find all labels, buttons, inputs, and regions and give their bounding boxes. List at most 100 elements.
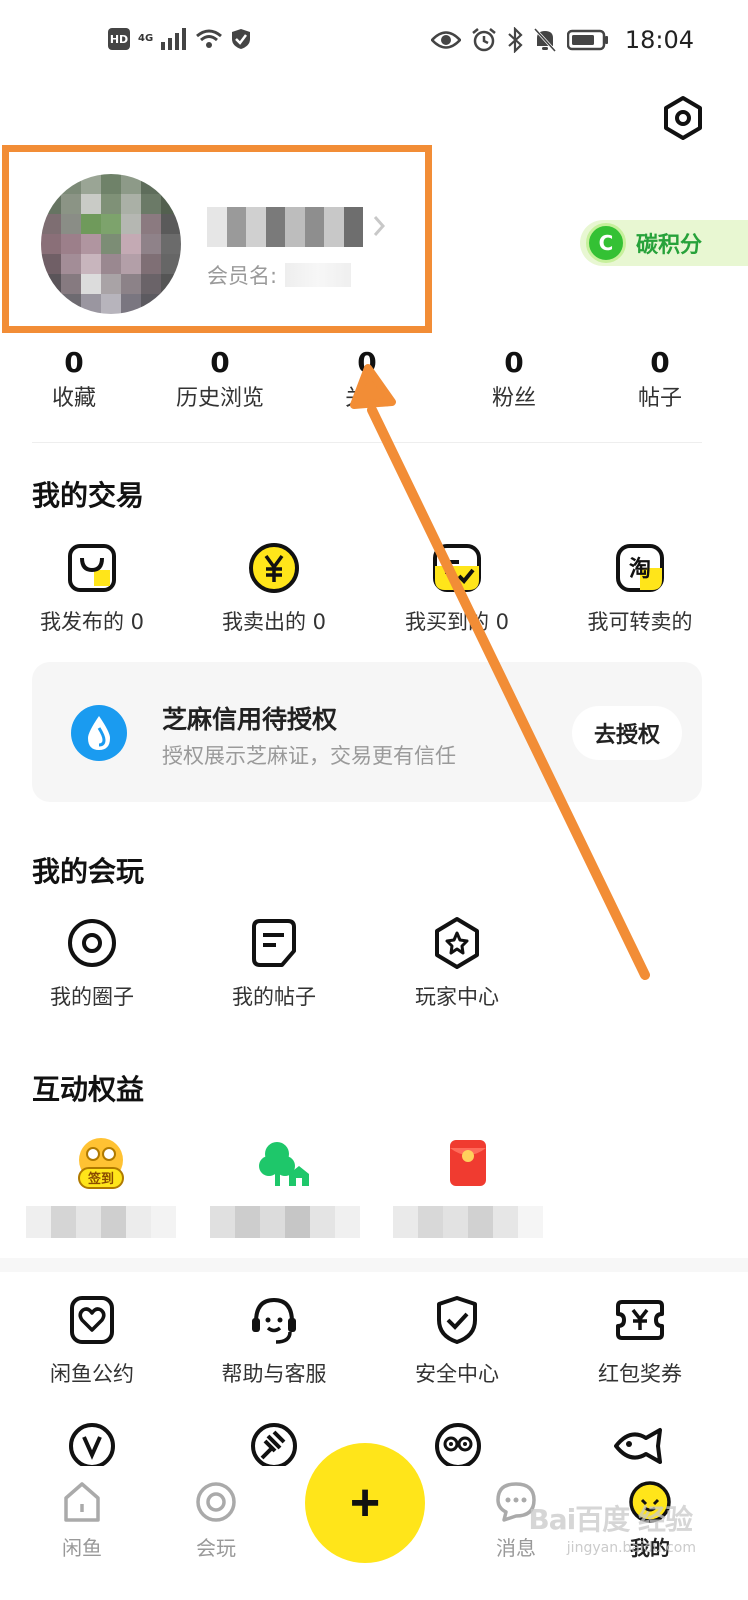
stat-value: 0 xyxy=(504,346,524,379)
benefit-label-blurred xyxy=(26,1206,176,1238)
bluetooth-icon xyxy=(508,27,523,53)
stat-favorites[interactable]: 0 收藏 xyxy=(14,345,134,417)
post-icon xyxy=(252,919,296,967)
star-hexagon-icon xyxy=(435,917,479,969)
play-label: 玩家中心 xyxy=(415,985,499,1009)
nickname-blurred[interactable] xyxy=(207,207,363,247)
benefit-label-blurred xyxy=(393,1206,543,1238)
shield-status-icon xyxy=(232,29,251,49)
play-label: 我的帖子 xyxy=(232,985,316,1009)
monkey-face-icon[interactable] xyxy=(432,1420,484,1472)
zhima-subtitle: 授权展示芝麻证，交易更有信任 xyxy=(162,744,456,768)
yen-coin-icon xyxy=(249,543,299,593)
section-separator xyxy=(0,1258,748,1272)
section-title-play: 我的会玩 xyxy=(32,855,145,888)
service-convention[interactable]: 闲鱼公约 xyxy=(12,1292,172,1388)
member-label: 会员名: xyxy=(207,264,278,288)
status-bar: HD 4G 18:04 xyxy=(0,0,748,86)
trade-sold[interactable]: 我卖出的 0 xyxy=(194,540,354,636)
svg-text:淘: 淘 xyxy=(629,556,651,582)
service-label: 帮助与客服 xyxy=(221,1362,327,1386)
zhima-drop-icon xyxy=(71,705,127,761)
play-label: 我的圈子 xyxy=(50,985,134,1009)
play-my-posts[interactable]: 我的帖子 xyxy=(194,915,354,1011)
stat-label: 收藏 xyxy=(51,386,96,411)
publish-button[interactable]: + xyxy=(305,1443,425,1563)
service-label: 安全中心 xyxy=(415,1362,499,1386)
alarm-icon xyxy=(472,28,496,52)
trade-label: 我买到的 0 xyxy=(404,610,510,634)
signal-icon xyxy=(161,28,187,50)
stat-value: 0 xyxy=(210,346,230,379)
stat-posts[interactable]: 0 帖子 xyxy=(600,345,720,417)
nav-label: 会玩 xyxy=(196,1536,236,1560)
customer-service-icon xyxy=(252,1297,296,1344)
nav-home[interactable]: 闲鱼 xyxy=(32,1480,132,1561)
trade-bought[interactable]: 我买到的 0 xyxy=(377,540,537,636)
play-my-circles[interactable]: 我的圈子 xyxy=(12,915,172,1011)
chevron-right-icon[interactable] xyxy=(371,214,387,238)
carbon-points-label: 碳积分 xyxy=(636,233,703,258)
watermark-url: jingyan.baidu.com xyxy=(566,1540,696,1556)
play-player-center[interactable]: 玩家中心 xyxy=(377,915,537,1011)
stat-value: 0 xyxy=(357,346,377,379)
stat-label: 历史浏览 xyxy=(175,386,264,411)
authorize-button[interactable]: 去授权 xyxy=(572,706,682,760)
service-coupons[interactable]: 红包奖券 xyxy=(560,1292,720,1388)
avatar[interactable] xyxy=(41,174,181,314)
heart-doc-icon xyxy=(70,1296,114,1344)
trade-label: 我卖出的 0 xyxy=(221,610,327,634)
service-label: 闲鱼公约 xyxy=(50,1362,134,1386)
play-circle-icon xyxy=(196,1482,236,1522)
shield-check-icon xyxy=(437,1296,477,1344)
network-type: 4G xyxy=(138,33,154,44)
status-left: HD 4G xyxy=(108,28,251,50)
service-label: 红包奖券 xyxy=(598,1362,682,1386)
stat-following[interactable]: 0 关注 xyxy=(307,345,427,417)
profile-card[interactable]: 会员名: xyxy=(2,145,432,333)
stat-value: 0 xyxy=(650,346,670,379)
checkin-badge: 签到 xyxy=(87,1171,114,1187)
taobao-icon: 淘 xyxy=(616,544,664,592)
coupon-yen-icon xyxy=(616,1300,664,1340)
circle-icon xyxy=(68,919,116,967)
battery-icon xyxy=(566,29,608,51)
red-packet-icon xyxy=(450,1140,486,1186)
carbon-points-button[interactable]: C 碳积分 xyxy=(580,220,748,266)
purchased-check-icon xyxy=(433,544,481,592)
member-name-blurred xyxy=(285,263,352,287)
member-row: 会员名: xyxy=(207,260,352,290)
stats-row: 0 收藏 0 历史浏览 0 关注 0 粉丝 0 帖子 xyxy=(0,345,748,425)
stat-label: 关注 xyxy=(344,386,389,411)
watermark: Bai百度 经验 xyxy=(528,1503,693,1536)
eye-icon xyxy=(430,31,461,49)
benefit-checkin[interactable]: 签到 xyxy=(26,1134,176,1238)
status-time: 18:04 xyxy=(624,26,694,54)
benefit-green-tree[interactable] xyxy=(210,1134,360,1238)
trade-resellable[interactable]: 淘 我可转卖的 xyxy=(560,540,720,636)
stat-fans[interactable]: 0 粉丝 xyxy=(454,345,574,417)
section-title-benefits: 互动权益 xyxy=(32,1073,145,1106)
home-icon xyxy=(64,1482,100,1522)
stat-label: 粉丝 xyxy=(491,386,536,411)
stat-history[interactable]: 0 历史浏览 xyxy=(160,345,280,417)
divider xyxy=(32,442,702,443)
nav-play[interactable]: 会玩 xyxy=(166,1480,266,1561)
trade-label: 我可转卖的 xyxy=(587,610,693,634)
benefit-red-packet[interactable] xyxy=(393,1134,543,1238)
green-tree-icon xyxy=(259,1142,309,1186)
service-security[interactable]: 安全中心 xyxy=(377,1292,537,1388)
stat-label: 帖子 xyxy=(637,386,682,411)
settings-hexagon-icon[interactable] xyxy=(660,95,706,141)
vip-v-icon[interactable] xyxy=(66,1420,118,1472)
auction-hammer-icon[interactable] xyxy=(248,1420,300,1472)
service-help[interactable]: 帮助与客服 xyxy=(194,1292,354,1388)
carbon-c-icon: C xyxy=(586,223,626,263)
status-right: 18:04 xyxy=(430,26,694,54)
zhima-credit-card[interactable]: 芝麻信用待授权 授权展示芝麻证，交易更有信任 去授权 xyxy=(32,662,702,802)
hd-badge: HD xyxy=(108,28,130,50)
bag-icon xyxy=(68,544,116,592)
stat-value: 0 xyxy=(64,346,84,379)
trade-published[interactable]: 我发布的 0 xyxy=(12,540,172,636)
fish-icon[interactable] xyxy=(612,1420,670,1472)
